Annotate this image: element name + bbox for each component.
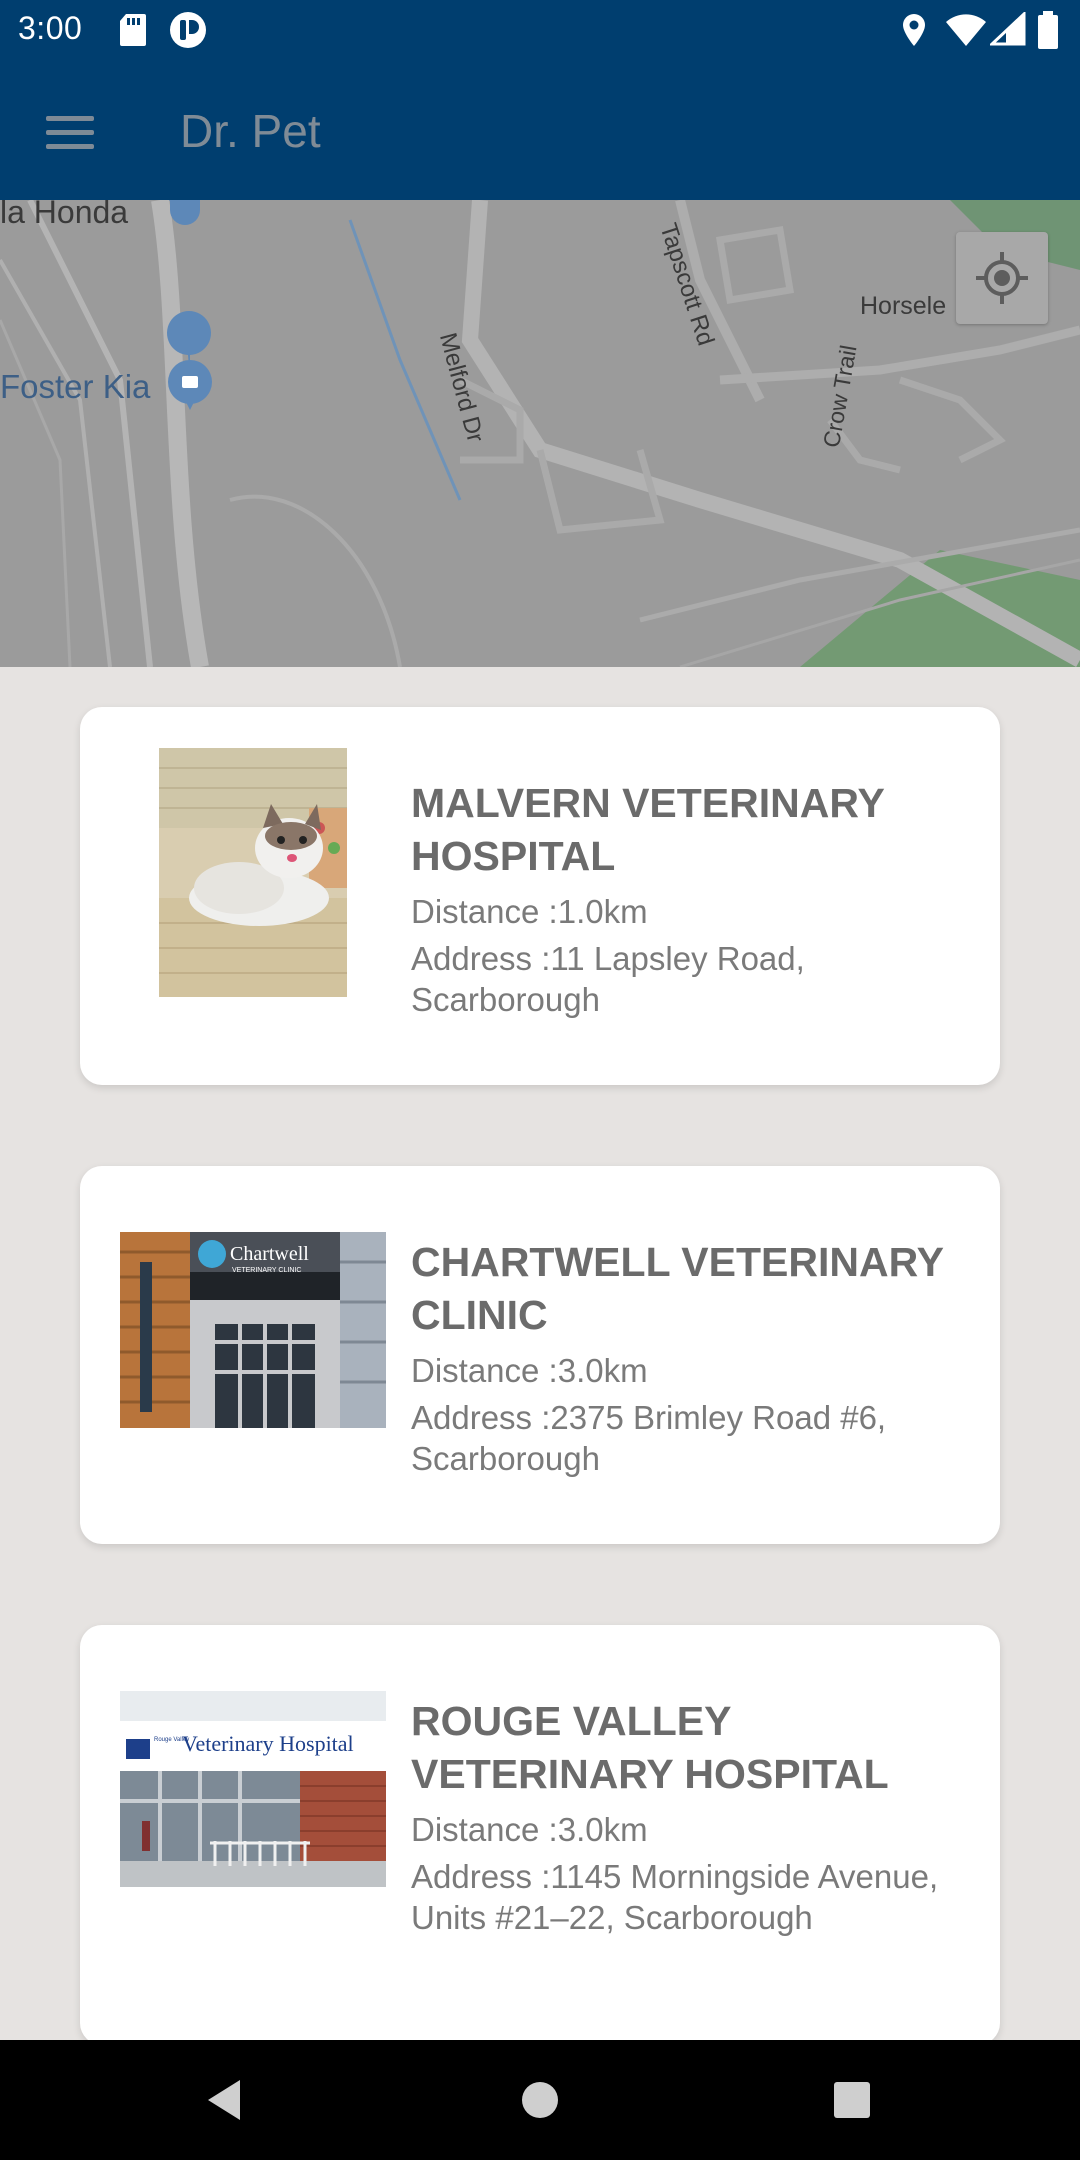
back-triangle-icon[interactable] (196, 2070, 256, 2130)
app-title: Dr. Pet (180, 105, 321, 157)
clinic-name: CHARTWELL VETERINARY CLINIC (411, 1239, 944, 1338)
map-streets (0, 200, 1080, 667)
clinic-info: CHARTWELL VETERINARY CLINIC Distance :3.… (411, 1236, 971, 1479)
map-label-horsele: Horsele (860, 292, 947, 320)
clinic-name: MALVERN VETERINARY HOSPITAL (411, 780, 885, 879)
hospital-storefront-photo: Rouge Valley Veterinary Hospital (120, 1691, 386, 1887)
signal-icon (988, 10, 1026, 51)
clinic-list[interactable]: MALVERN VETERINARY HOSPITAL Distance :1.… (0, 667, 1080, 2040)
sign-veterinary-hospital: Veterinary Hospital (182, 1731, 354, 1756)
clinic-distance: Distance :3.0km (411, 1352, 648, 1389)
clinic-info: MALVERN VETERINARY HOSPITAL Distance :1.… (411, 777, 971, 1020)
map-view[interactable]: la Honda Foster Kia Melford Dr Tapscott … (0, 200, 1080, 667)
wifi-icon (944, 14, 988, 53)
map-label-la-honda: la Honda (0, 200, 129, 230)
recents-square-icon[interactable] (822, 2070, 882, 2130)
battery-icon (1036, 10, 1060, 55)
sd-card-icon (118, 12, 148, 53)
clinic-info: ROUGE VALLEY VETERINARY HOSPITAL Distanc… (411, 1695, 971, 1938)
app-notification-icon (168, 10, 208, 55)
clinic-address: Address :11 Lapsley Road, Scarborough (411, 940, 805, 1018)
clinic-address: Address :2375 Brimley Road #6, Scarborou… (411, 1399, 887, 1477)
clinic-card[interactable]: Chartwell VETERINARY CLINIC CHARTWELL VE… (80, 1166, 1000, 1544)
system-nav-bar (0, 2040, 1080, 2160)
cat-photo (159, 748, 347, 997)
sign-chartwell: Chartwell (230, 1243, 309, 1265)
svg-text:VETERINARY CLINIC: VETERINARY CLINIC (232, 1267, 301, 1274)
hamburger-menu-icon[interactable] (26, 104, 114, 160)
clinic-distance: Distance :1.0km (411, 893, 648, 930)
clinic-building-photo: Chartwell VETERINARY CLINIC (120, 1232, 386, 1428)
clinic-card[interactable]: Rouge Valley Veterinary Hospital ROUGE V… (80, 1625, 1000, 2040)
clinic-name: ROUGE VALLEY VETERINARY HOSPITAL (411, 1698, 889, 1797)
my-location-icon (976, 252, 1028, 304)
app-bar: Dr. Pet (0, 62, 1080, 200)
clinic-distance: Distance :3.0km (411, 1811, 648, 1848)
my-location-button[interactable] (956, 232, 1048, 324)
home-circle-icon[interactable] (510, 2070, 570, 2130)
clinic-card[interactable]: MALVERN VETERINARY HOSPITAL Distance :1.… (80, 707, 1000, 1085)
map-label-foster-kia: Foster Kia (0, 368, 151, 405)
location-icon (900, 12, 928, 53)
status-time: 3:00 (18, 10, 83, 46)
clinic-address: Address :1145 Morningside Avenue, Units … (411, 1858, 939, 1936)
status-bar: 3:00 (0, 0, 1080, 62)
